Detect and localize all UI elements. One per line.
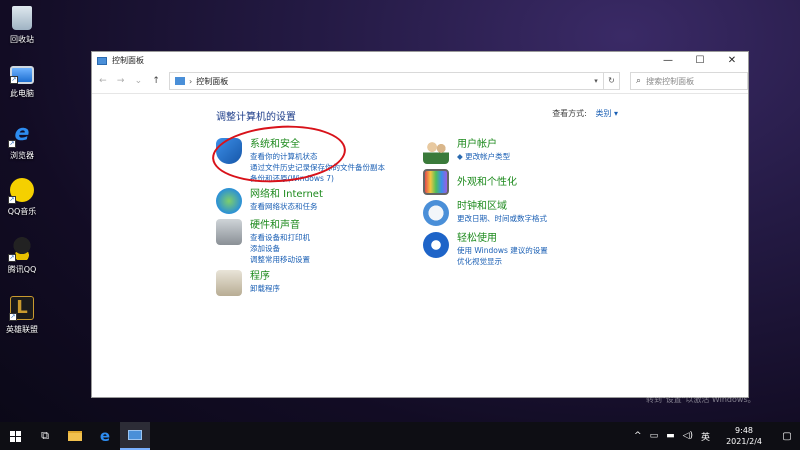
refresh-icon[interactable]: ↻ [603, 73, 619, 89]
edge-button[interactable]: e [90, 422, 120, 450]
close-button[interactable]: ✕ [716, 52, 748, 69]
view-by-label: 查看方式: [552, 109, 587, 118]
activation-watermark: 激活 Windows [646, 379, 728, 393]
recent-dropdown-icon[interactable]: ⌄ [132, 76, 146, 86]
category-hardware-sound: 硬件和声音 查看设备和打印机 添加设备 调整常用移动设置 [216, 219, 310, 265]
file-explorer-button[interactable] [60, 422, 90, 450]
desktop-icon-this-pc[interactable]: ↗ 此电脑 [4, 66, 40, 99]
ime-indicator[interactable]: 英 [701, 430, 710, 443]
qq-icon: ↗ [8, 236, 34, 262]
back-arrow-icon[interactable]: ← [96, 76, 110, 86]
network-globe-icon[interactable] [216, 188, 242, 214]
maximize-button[interactable]: ☐ [684, 52, 716, 69]
category-link[interactable]: 使用 Windows 建议的设置 [457, 245, 548, 256]
category-clock-region: 时钟和区域 更改日期、时间或数字格式 [423, 200, 547, 226]
category-ease-of-access: 轻松使用 使用 Windows 建议的设置 优化视觉显示 [423, 232, 548, 267]
category-title[interactable]: 程序 [250, 270, 280, 283]
clock[interactable]: 9:48 2021/2/4 [722, 425, 766, 447]
title-bar[interactable]: 控制面板 — ☐ ✕ [92, 52, 748, 69]
ie-icon: e ↗ [8, 121, 30, 148]
network-status-icon[interactable]: ▭ [650, 431, 659, 441]
windows-logo-icon [9, 430, 21, 442]
breadcrumb-control-panel[interactable]: 控制面板 [196, 76, 228, 87]
control-panel-small-icon [175, 77, 185, 85]
control-panel-icon [97, 56, 107, 65]
clock-time: 9:48 [735, 426, 754, 435]
category-link[interactable]: 优化视觉显示 [457, 256, 548, 267]
printer-icon[interactable] [216, 219, 242, 245]
category-link[interactable]: 更改日期、时间或数字格式 [457, 213, 547, 224]
search-placeholder: 搜索控制面板 [646, 76, 695, 86]
activation-watermark-sub: 转到"设置"以激活 Windows。 [646, 395, 756, 404]
category-title[interactable]: 外观和个性化 [457, 176, 517, 189]
battery-icon[interactable]: ▬ [666, 431, 675, 441]
uac-shield-icon: ◆ [457, 152, 463, 161]
category-link[interactable]: ◆ 更改帐户类型 [457, 151, 510, 162]
page-heading: 调整计算机的设置 [216, 112, 296, 123]
desktop-icon-qq[interactable]: ↗ 腾讯QQ [4, 236, 40, 275]
control-panel-taskbar-button[interactable] [120, 422, 150, 450]
recycle-bin-icon [12, 6, 32, 30]
task-view-icon: ⧉ [41, 429, 49, 442]
address-row: ← → ⌄ ↑ › 控制面板 ▾ ↻ ⌕ 搜索控制面板 [92, 69, 748, 94]
clock-date: 2021/2/4 [726, 437, 762, 446]
computer-icon: ↗ [10, 66, 34, 84]
desktop-icon-lol[interactable]: L ↗ 英雄联盟 [4, 296, 40, 335]
notification-center-icon[interactable]: ▢ [774, 422, 800, 450]
start-button[interactable] [0, 422, 30, 450]
view-by: 查看方式: 类别 ▾ [552, 108, 618, 119]
show-hidden-icons-icon[interactable]: ^ [634, 431, 642, 441]
view-by-dropdown[interactable]: 类别 ▾ [595, 109, 618, 118]
category-title[interactable]: 网络和 Internet [250, 188, 323, 201]
desktop-icon-browser[interactable]: e ↗ 浏览器 [4, 122, 40, 161]
system-tray: ^ ▭ ▬ ◁) 英 9:48 2021/2/4 ▢ [630, 422, 800, 450]
search-icon: ⌕ [636, 76, 642, 86]
programs-icon[interactable] [216, 270, 242, 296]
category-appearance: 外观和个性化 [423, 169, 517, 195]
address-dropdown-icon[interactable]: ▾ [589, 77, 603, 85]
category-programs: 程序 卸载程序 [216, 270, 280, 296]
control-panel-taskbar-icon [128, 430, 142, 440]
up-arrow-icon[interactable]: ↑ [149, 76, 163, 86]
accessibility-icon[interactable] [423, 232, 449, 258]
category-user-accounts: 用户帐户 ◆ 更改帐户类型 [423, 138, 510, 164]
forward-arrow-icon[interactable]: → [114, 76, 128, 86]
category-title[interactable]: 时钟和区域 [457, 200, 547, 213]
category-link[interactable]: 卸载程序 [250, 283, 280, 294]
search-box[interactable]: ⌕ 搜索控制面板 [630, 72, 748, 90]
category-network-internet: 网络和 Internet 查看网络状态和任务 [216, 188, 323, 214]
edge-icon: e [99, 427, 111, 445]
category-title[interactable]: 轻松使用 [457, 232, 548, 245]
control-panel-window: 控制面板 — ☐ ✕ ← → ⌄ ↑ › 控制面板 ▾ ↻ ⌕ 搜索控制面板 调… [91, 51, 749, 398]
qq-music-icon: ↗ [8, 178, 34, 204]
category-link[interactable]: 添加设备 [250, 243, 310, 254]
category-link[interactable]: 查看网络状态和任务 [250, 201, 323, 212]
breadcrumb-separator: › [189, 76, 193, 86]
category-link[interactable]: 调整常用移动设置 [250, 254, 310, 265]
desktop-icon-recycle-bin[interactable]: 回收站 [4, 6, 40, 45]
folder-icon [68, 431, 82, 441]
category-title[interactable]: 用户帐户 [457, 138, 510, 151]
window-title: 控制面板 [112, 56, 144, 65]
category-link[interactable]: 查看设备和打印机 [250, 232, 310, 243]
clock-globe-icon[interactable] [423, 200, 449, 226]
category-title[interactable]: 硬件和声音 [250, 219, 310, 232]
desktop-icon-qq-music[interactable]: ↗ QQ音乐 [4, 178, 40, 217]
monitor-icon[interactable] [423, 169, 449, 195]
lol-icon: L ↗ [9, 296, 34, 321]
task-view-button[interactable]: ⧉ [30, 422, 60, 450]
users-icon[interactable] [423, 138, 449, 164]
taskbar: ⧉ e ^ ▭ ▬ ◁) 英 9:48 2021/2/4 ▢ [0, 422, 800, 450]
volume-icon[interactable]: ◁) [683, 431, 693, 441]
minimize-button[interactable]: — [652, 52, 684, 69]
address-bar[interactable]: › 控制面板 ▾ ↻ [169, 72, 621, 90]
